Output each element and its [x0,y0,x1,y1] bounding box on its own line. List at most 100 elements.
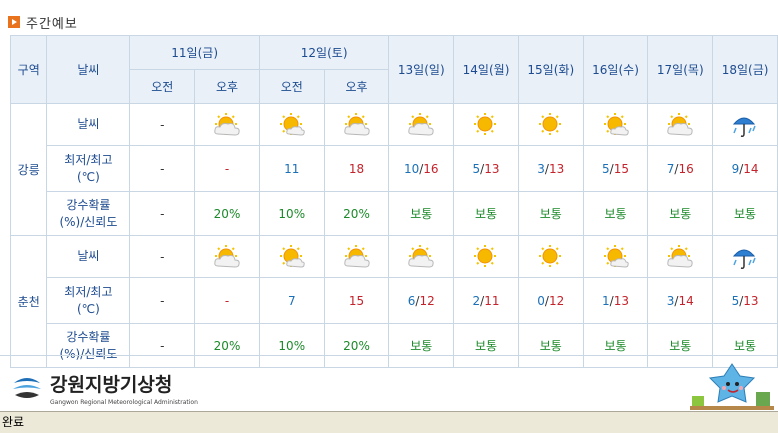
day-header-17: 17일(목) [647,35,714,104]
kma-emblem-icon [12,373,42,403]
reliability-value: 보통 [604,339,627,353]
weather-cell [517,103,584,146]
temp-max: 11 [484,293,500,308]
reliability-value: 보통 [669,339,692,353]
prob-label-line2: (%)/신뢰도 [59,214,118,229]
prob-cell: 10% [258,191,325,236]
mascot-image [690,362,774,413]
rain-umbrella-icon [732,117,756,137]
temp-max: 12 [548,293,565,308]
region-name: 춘천 [9,235,48,368]
sunny-icon [538,112,561,135]
prob-cell: 보통 [453,191,519,236]
prob-label-line1: 강수확률 [66,329,111,344]
prob-cell: 20% [194,191,260,236]
temp-cell: - [129,277,196,324]
mostly-sunny-icon [603,244,629,268]
weather-cell [453,235,519,278]
temp-cell: 5/13 [712,277,778,324]
partly-cloudy-icon [214,112,240,136]
reliability-value: 보통 [604,207,627,221]
partly-cloudy-icon [408,112,434,136]
sunny-icon [474,244,497,267]
status-bar: 완료 [0,411,778,433]
weather-cell [582,235,649,278]
prob-cell: 보통 [388,191,455,236]
mostly-sunny-icon [603,112,629,136]
temp-max: 13 [484,161,500,176]
prob-cell: 20% [323,191,390,236]
prob-value: 10% [278,338,306,353]
reliability-value: 보통 [669,207,692,221]
temp-cell: 6/12 [388,277,455,324]
temp-min: 5 [602,161,610,176]
weather-cell [517,235,584,278]
temp-max: 15 [613,161,629,176]
reliability-value: 보통 [474,207,498,221]
col-header-weather: 날씨 [46,35,131,104]
weather-cell [258,103,325,146]
temp-cell: 9/14 [712,145,778,192]
region-name: 강릉 [9,103,48,236]
partly-cloudy-icon [343,244,370,268]
temp-cell: 10/16 [388,145,455,192]
prob-value: 20% [213,338,241,353]
temp-cell: 5/13 [453,145,519,192]
day-header-18: 18일(금) [712,35,778,104]
temp-max: 14 [678,293,694,308]
row-label-weather: 날씨 [46,235,131,278]
temp-value: - [224,293,230,308]
temp-value: - [160,161,165,176]
temp-cell: 2/11 [453,277,519,324]
weather-cell [388,103,455,146]
weather-cell: - [129,235,196,278]
temp-cell: - [194,277,260,324]
temp-value: - [224,161,230,176]
prob-value: 10% [278,206,306,221]
temp-cell: - [194,145,260,192]
section-header: 주간예보 [8,12,78,32]
temp-min: 10 [403,161,420,176]
reliability-value: 보통 [410,207,433,221]
prob-cell: 보통 [712,191,778,236]
reliability-value: 보통 [734,207,757,221]
day-header-16: 16일(수) [582,35,649,104]
kma-logo[interactable]: 강원지방기상청 Gangwon Regional Meteorological … [10,370,198,406]
row-label-temp: 최저/최고 (℃) [46,277,131,324]
reliability-value: 보통 [410,339,433,353]
temp-cell: 15 [323,277,390,324]
weather-cell [647,235,714,278]
weather-cell [194,235,260,278]
mostly-sunny-icon [279,112,305,136]
day-header-15: 15일(화) [517,35,584,104]
pm-header-12: 오후 [323,69,390,104]
reliability-value: 보통 [734,339,757,353]
weather-cell [258,235,325,278]
weather-cell [712,235,778,278]
temp-max: 16 [423,161,439,176]
prob-cell: 보통 [647,191,714,236]
temp-cell: 3/13 [517,145,584,192]
section-title: 주간예보 [26,16,78,32]
weather-cell [582,103,649,146]
temp-label-line2: (℃) [76,301,100,316]
mostly-sunny-icon [279,244,305,268]
weather-cell [388,235,455,278]
temp-value: - [160,293,165,308]
prob-label-line1: 강수확률 [66,197,111,212]
rain-umbrella-icon [732,249,756,269]
reliability-value: 보통 [539,339,562,353]
temp-label-line1: 최저/최고 [64,284,113,299]
temp-min: 0 [537,293,545,308]
am-header-11: 오전 [129,69,196,104]
temp-cell: 3/14 [647,277,714,324]
temp-max: 12 [419,293,435,308]
arrow-bullet-icon [8,16,20,28]
weekly-forecast-table: 구역 날씨 11일(금) 12일(토) 13일(일) 14일(월) 15일(화)… [9,35,778,368]
temp-min: 11 [284,161,300,176]
reliability-value: 보통 [474,339,498,353]
temp-cell: 1/13 [582,277,649,324]
temp-cell: 7/16 [647,145,714,192]
partly-cloudy-icon [667,244,693,268]
footer: 강원지방기상청 Gangwon Regional Meteorological … [0,355,778,412]
